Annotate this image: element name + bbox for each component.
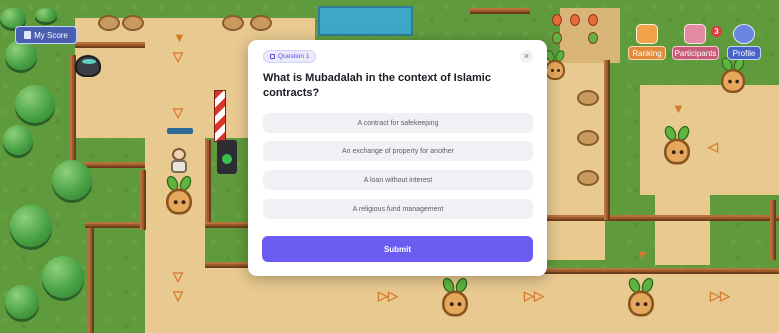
fence	[547, 215, 779, 221]
crop-icon	[588, 14, 598, 26]
fence	[205, 140, 211, 222]
direction-arrow-icon: ▼	[173, 30, 186, 45]
answer-option[interactable]: A religious fund management	[263, 199, 533, 219]
player-character	[169, 148, 189, 174]
fence	[140, 170, 146, 230]
crop-icon	[552, 32, 562, 44]
fence	[88, 228, 94, 333]
scoreboard-icon	[24, 31, 32, 39]
water-pool	[318, 6, 413, 36]
direction-arrow-icon: ▷▷	[524, 288, 544, 303]
question-number-label: Question 1	[278, 53, 310, 60]
direction-arrow-icon: ▽	[173, 269, 183, 284]
fence	[604, 60, 610, 220]
tree	[35, 8, 57, 22]
mandrake-character	[717, 55, 748, 93]
my-score-button[interactable]: My Score	[15, 26, 77, 44]
fence	[85, 222, 145, 228]
traffic-light	[217, 140, 237, 174]
participants-icon[interactable]	[684, 24, 706, 44]
my-score-label: My Score	[34, 30, 68, 40]
tree	[3, 125, 33, 155]
fence	[75, 42, 145, 48]
crop-icon	[570, 14, 580, 26]
dirt-path	[655, 195, 710, 265]
question-icon	[270, 54, 275, 59]
crop-icon	[588, 32, 598, 44]
tree	[15, 85, 55, 123]
fence	[770, 200, 776, 260]
tree-stump	[250, 15, 272, 31]
tree-stump	[222, 15, 244, 31]
answer-option[interactable]: An exchange of property for another	[263, 141, 533, 161]
close-button[interactable]: ×	[520, 50, 533, 63]
tree-stump	[577, 130, 599, 146]
answer-option[interactable]: A contract for safekeeping	[263, 113, 533, 133]
barrier-pole	[214, 90, 226, 142]
submit-button[interactable]: Submit	[262, 236, 533, 262]
tree	[10, 205, 52, 247]
direction-arrow-icon: ◁	[708, 139, 718, 154]
tree	[42, 256, 84, 298]
tree	[0, 8, 26, 28]
answer-option[interactable]: A loan without interest	[263, 170, 533, 190]
direction-arrow-icon: ▼	[636, 247, 649, 262]
fence	[470, 8, 530, 14]
tree-stump	[98, 15, 120, 31]
tree	[52, 160, 92, 200]
direction-arrow-icon: ▷▷	[378, 288, 398, 303]
tree-stump	[122, 15, 144, 31]
crop-icon	[552, 14, 562, 26]
tree-stump	[577, 90, 599, 106]
tree	[5, 285, 39, 319]
question-text: What is Mubadalah in the context of Isla…	[263, 72, 491, 99]
direction-arrow-icon: ▷▷	[710, 288, 730, 303]
participants-button[interactable]: Participants	[672, 46, 719, 60]
ranking-button[interactable]: Ranking	[628, 46, 666, 60]
cauldron-icon	[75, 55, 101, 77]
direction-arrow-icon: ▽	[173, 105, 183, 120]
profile-button[interactable]: Profile	[727, 46, 761, 60]
participants-count-badge: 3	[711, 26, 722, 37]
mandrake-character	[624, 276, 658, 317]
player-name-tag	[167, 128, 193, 134]
mandrake-character	[660, 124, 694, 165]
direction-arrow-icon: ▽	[173, 49, 183, 64]
direction-arrow-icon: ▼	[672, 101, 685, 116]
mandrake-character	[162, 174, 196, 215]
trophy-icon[interactable]	[636, 24, 658, 44]
dirt-path	[545, 60, 605, 260]
mandrake-character	[438, 276, 472, 317]
fence	[205, 222, 250, 228]
direction-arrow-icon: ▽	[173, 288, 183, 303]
fence	[205, 262, 250, 268]
avatar[interactable]	[733, 24, 755, 44]
quiz-modal: Question 1 × What is Mubadalah in the co…	[248, 40, 547, 276]
tree-stump	[577, 170, 599, 186]
green-light-icon	[222, 154, 232, 164]
question-number-tag: Question 1	[263, 50, 317, 63]
tree	[5, 40, 37, 70]
